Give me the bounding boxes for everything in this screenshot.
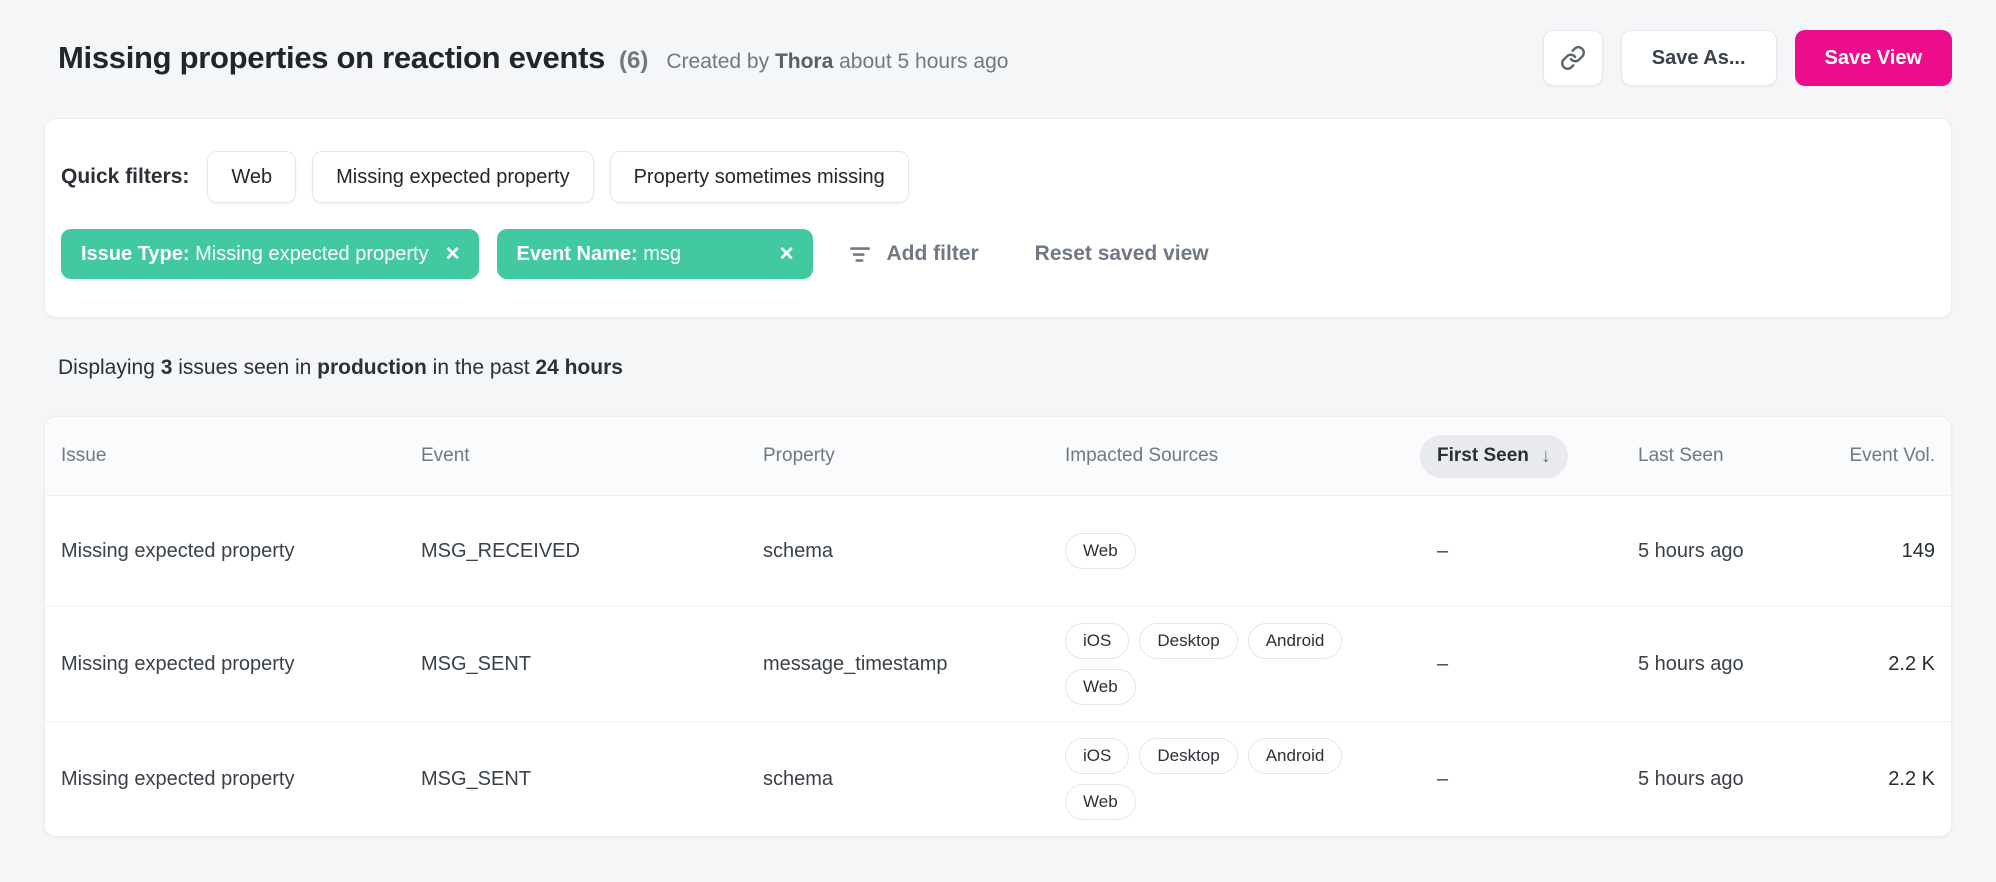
summary-text: in the past — [427, 356, 536, 379]
topbar: Missing properties on reaction events (6… — [0, 0, 1996, 86]
filter-tag-label: Issue Type: — [81, 243, 190, 265]
table-row[interactable]: Missing expected property MSG_RECEIVED s… — [45, 495, 1951, 606]
column-header-last-seen: Last Seen — [1638, 445, 1834, 467]
cell-event-vol: 2.2 K — [1834, 768, 1935, 791]
filter-icon — [847, 241, 873, 267]
author-name: Thora — [775, 50, 833, 73]
issue-count: 3 — [161, 356, 173, 379]
table-header-row: Issue Event Property Impacted Sources Fi… — [45, 417, 1951, 495]
cell-impacted-sources: iOS Desktop Android Web — [1065, 607, 1355, 721]
cell-event: MSG_RECEIVED — [421, 540, 763, 563]
cell-impacted-sources: Web — [1065, 517, 1355, 585]
created-by-prefix: Created by — [666, 50, 775, 73]
filter-tag-value: Missing expected property — [190, 243, 429, 265]
source-badge: Android — [1248, 738, 1343, 774]
table-row[interactable]: Missing expected property MSG_SENT schem… — [45, 721, 1951, 836]
source-badge: iOS — [1065, 738, 1129, 774]
save-view-button[interactable]: Save View — [1795, 30, 1952, 86]
header-actions: Save As... Save View — [1543, 30, 1952, 86]
summary-text: Displaying — [58, 356, 161, 379]
page-title: Missing properties on reaction events — [58, 40, 605, 76]
link-icon — [1560, 45, 1586, 71]
filter-tag-label: Event Name: — [517, 243, 638, 265]
add-filter-label: Add filter — [887, 242, 979, 266]
cell-last-seen: 5 hours ago — [1638, 653, 1834, 676]
quick-filter-property-sometimes-missing[interactable]: Property sometimes missing — [610, 151, 909, 203]
filter-tag-text: Event Name: msg — [517, 243, 682, 266]
source-badge: Web — [1065, 533, 1136, 569]
cell-event: MSG_SENT — [421, 653, 763, 676]
source-badge: Web — [1065, 669, 1136, 705]
source-badge: Desktop — [1139, 738, 1237, 774]
cell-issue: Missing expected property — [61, 540, 421, 563]
column-header-event-vol: Event Vol. — [1834, 445, 1935, 467]
cell-event-vol: 2.2 K — [1834, 653, 1935, 676]
environment-name: production — [317, 356, 427, 379]
title-wrap: Missing properties on reaction events (6… — [58, 40, 1008, 76]
close-icon[interactable]: ✕ — [779, 245, 795, 264]
source-badge: iOS — [1065, 623, 1129, 659]
summary-text: issues seen in — [172, 356, 317, 379]
quick-filters-row: Quick filters: Web Missing expected prop… — [61, 151, 1935, 203]
column-header-first-seen: First Seen ↓ — [1437, 435, 1638, 478]
column-header-issue: Issue — [61, 445, 421, 467]
source-badge: Web — [1065, 784, 1136, 820]
copy-link-button[interactable] — [1543, 30, 1603, 86]
quick-filter-web[interactable]: Web — [207, 151, 296, 203]
sort-control-first-seen[interactable]: First Seen ↓ — [1420, 435, 1568, 478]
cell-property: schema — [763, 540, 1065, 563]
cell-issue: Missing expected property — [61, 768, 421, 791]
reset-saved-view-button[interactable]: Reset saved view — [1035, 242, 1209, 266]
source-badge: Android — [1248, 623, 1343, 659]
column-header-event: Event — [421, 445, 763, 467]
created-time: about 5 hours ago — [833, 50, 1008, 73]
cell-first-seen: – — [1437, 540, 1638, 563]
source-badge: Desktop — [1139, 623, 1237, 659]
table-row[interactable]: Missing expected property MSG_SENT messa… — [45, 606, 1951, 721]
cell-issue: Missing expected property — [61, 653, 421, 676]
sort-column-label: First Seen — [1437, 445, 1529, 467]
column-header-impacted-sources: Impacted Sources — [1065, 445, 1437, 467]
cell-impacted-sources: iOS Desktop Android Web — [1065, 722, 1355, 836]
column-header-property: Property — [763, 445, 1065, 467]
cell-event: MSG_SENT — [421, 768, 763, 791]
quick-filters-label: Quick filters: — [61, 165, 189, 189]
cell-property: schema — [763, 768, 1065, 791]
view-count: (6) — [619, 47, 648, 75]
time-range: 24 hours — [535, 356, 623, 379]
cell-last-seen: 5 hours ago — [1638, 768, 1834, 791]
close-icon[interactable]: ✕ — [445, 245, 461, 264]
cell-first-seen: – — [1437, 768, 1638, 791]
add-filter-button[interactable]: Add filter — [847, 241, 979, 267]
cell-event-vol: 149 — [1834, 540, 1935, 563]
filter-tag-event-name[interactable]: Event Name: msg ✕ — [497, 229, 813, 279]
created-by: Created by Thora about 5 hours ago — [666, 50, 1008, 74]
filter-tag-text: Issue Type: Missing expected property — [81, 243, 429, 266]
sort-desc-arrow-icon: ↓ — [1541, 445, 1551, 468]
filter-tag-issue-type[interactable]: Issue Type: Missing expected property ✕ — [61, 229, 479, 279]
filter-tag-value: msg — [638, 243, 681, 265]
quick-filter-missing-expected-property[interactable]: Missing expected property — [312, 151, 593, 203]
cell-first-seen: – — [1437, 653, 1638, 676]
cell-last-seen: 5 hours ago — [1638, 540, 1834, 563]
issues-table: Issue Event Property Impacted Sources Fi… — [44, 416, 1952, 837]
save-as-button[interactable]: Save As... — [1621, 30, 1777, 86]
active-filters-row: Issue Type: Missing expected property ✕ … — [61, 229, 1935, 279]
results-summary: Displaying 3 issues seen in production i… — [58, 356, 1952, 380]
filter-card: Quick filters: Web Missing expected prop… — [44, 118, 1952, 318]
cell-property: message_timestamp — [763, 653, 1065, 676]
